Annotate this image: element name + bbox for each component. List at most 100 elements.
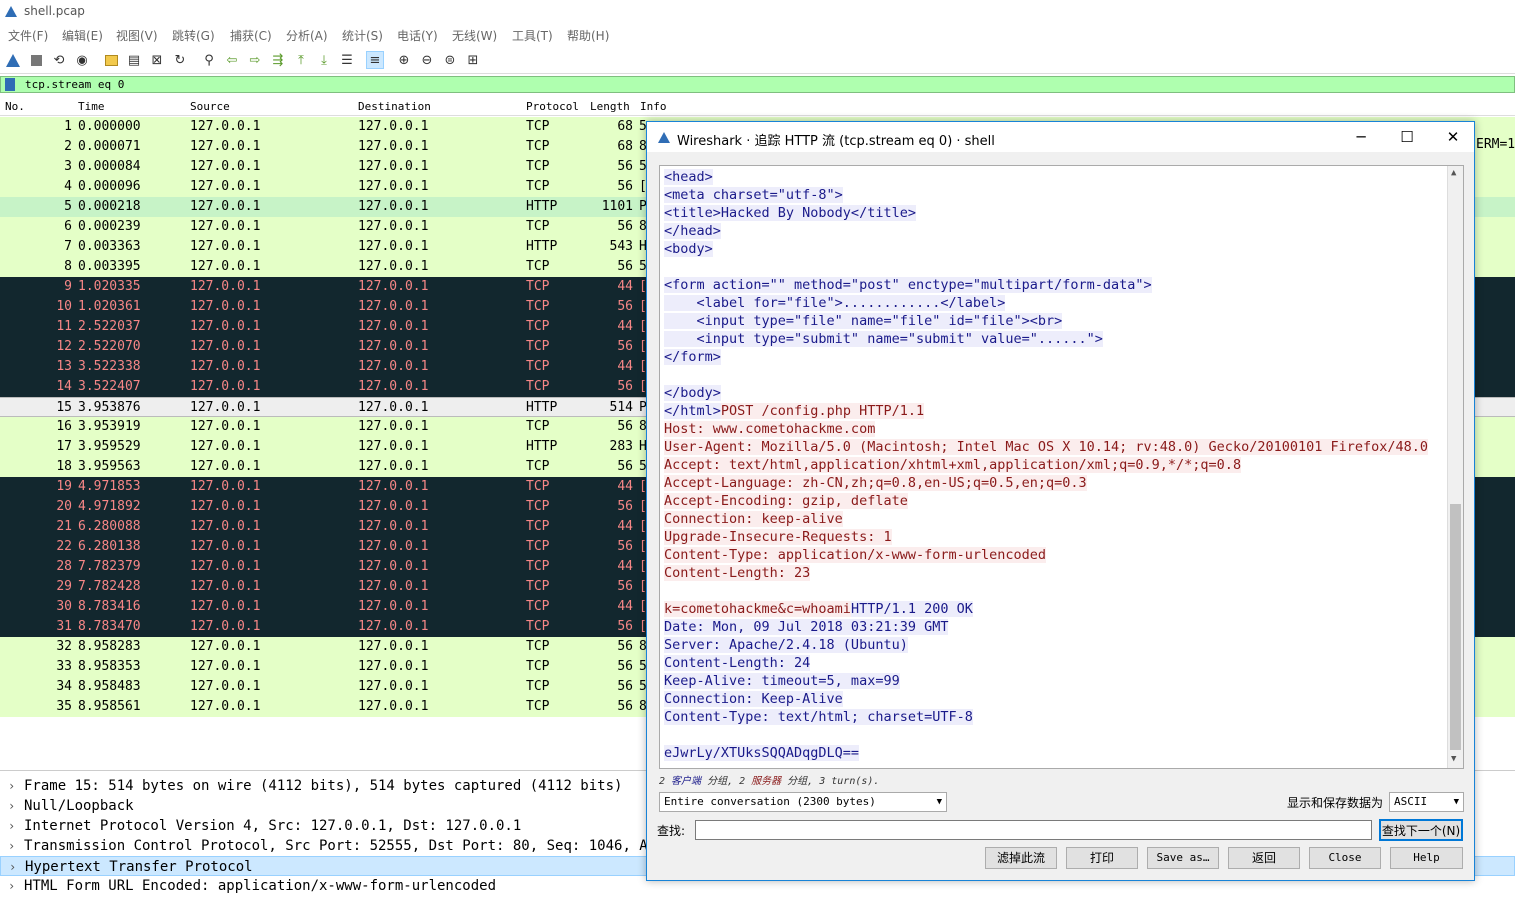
col-protocol[interactable]: Protocol [526,100,579,113]
cell-destination: 127.0.0.1 [358,679,429,694]
col-time[interactable]: Time [78,100,105,113]
show-as-select[interactable]: ASCII ▼ [1389,792,1464,812]
col-no[interactable]: No. [5,100,25,113]
stop-capture-icon[interactable] [27,51,45,69]
scroll-up-icon[interactable]: ▲ [1451,168,1456,178]
col-info[interactable]: Info [640,100,667,113]
chevron-right-icon[interactable]: › [9,857,16,877]
client-text: Date: Mon, 09 Jul 2018 03:21:39 GMT [664,619,949,635]
close-button[interactable]: Close [1309,847,1381,869]
detail-tree-label: Hypertext Transfer Protocol [25,859,253,875]
go-forward-icon[interactable]: ⇨ [246,51,264,69]
menu-analyze[interactable]: 分析(A) [286,27,328,44]
client-text: </body> [664,385,721,401]
find-packet-icon[interactable]: ⚲ [200,51,218,69]
maximize-icon[interactable]: ☐ [1387,126,1427,148]
restart-capture-icon[interactable]: ⟲ [50,51,68,69]
stream-content[interactable]: <head> <meta charset="utf-8"> <title>Hacke… [659,165,1464,769]
stream-line: Connection: Keep-Alive [664,690,843,708]
cell-time: 3.522407 [78,379,141,394]
normal-size-icon[interactable]: ⊜ [441,51,459,69]
close-icon[interactable]: ✕ [1433,126,1473,148]
stream-line: k=cometohackme&c=whoamiHTTP/1.1 200 OK [664,600,973,618]
zoom-out-icon[interactable]: ⊖ [418,51,436,69]
display-filter-input[interactable]: tcp.stream eq 0 [25,78,124,91]
stats-server: 服务器 [751,776,782,787]
menu-tools[interactable]: 工具(T) [512,27,553,44]
cell-source: 127.0.0.1 [190,379,261,394]
cell-destination: 127.0.0.1 [358,659,429,674]
cell-no: 3 [64,159,72,174]
find-input[interactable] [695,820,1372,840]
start-capture-icon[interactable] [4,51,22,69]
scroll-down-icon[interactable]: ▼ [1451,754,1456,764]
auto-scroll-icon[interactable]: ☰ [338,51,356,69]
find-next-button[interactable]: 查找下一个(N) [1379,819,1463,841]
packet-list-header: No. Time Source Destination Protocol Len… [0,98,1515,116]
resize-columns-icon[interactable]: ⊞ [464,51,482,69]
bookmark-icon[interactable] [5,78,15,91]
open-file-icon[interactable] [102,51,120,69]
client-text: eJwrLy/XTUksSQQADqgDLQ== [664,745,860,761]
cell-no: 10 [56,299,72,314]
stream-line: <meta charset="utf-8"> [664,186,843,204]
last-packet-icon[interactable]: ⤓ [315,51,333,69]
cell-no: 1 [64,119,72,134]
cell-no: 16 [56,419,72,434]
go-back-icon[interactable]: ⇦ [223,51,241,69]
cell-time: 3.959563 [78,459,141,474]
save-file-icon[interactable]: ▤ [125,51,143,69]
cell-protocol: TCP [526,119,550,134]
colorize-icon[interactable]: ≡ [366,51,384,69]
menu-capture[interactable]: 捕获(C) [230,27,272,44]
chevron-right-icon[interactable]: › [8,796,15,816]
cell-no: 31 [56,619,72,634]
zoom-in-icon[interactable]: ⊕ [395,51,413,69]
cell-destination: 127.0.0.1 [358,400,429,415]
stream-line: Content-Length: 24 [664,654,811,672]
filter-out-button[interactable]: 滤掉此流 [985,847,1057,869]
conversation-select[interactable]: Entire conversation (2300 bytes) ▼ [659,792,947,812]
col-destination[interactable]: Destination [358,100,431,113]
help-button[interactable]: Help [1390,847,1463,869]
col-length[interactable]: Length [590,100,630,113]
first-packet-icon[interactable]: ⤒ [292,51,310,69]
chevron-right-icon[interactable]: › [8,876,15,896]
chevron-right-icon[interactable]: › [8,776,15,796]
close-file-icon[interactable]: ⊠ [148,51,166,69]
save-as-button[interactable]: Save as… [1147,847,1219,869]
stream-line: eJwrLy/XTUksSQQADqgDLQ== [664,744,860,762]
cell-protocol: HTTP [526,439,558,454]
back-button[interactable]: 返回 [1228,847,1300,869]
cell-length: 56 [617,159,633,174]
cell-no: 20 [56,499,72,514]
cell-time: 0.003395 [78,259,141,274]
menu-wireless[interactable]: 无线(W) [452,27,497,44]
display-filter-bar[interactable]: tcp.stream eq 0 [0,76,1515,93]
chevron-right-icon[interactable]: › [8,816,15,836]
menu-help[interactable]: 帮助(H) [567,27,609,44]
stream-line: <label for="file">............</label> [664,294,1006,312]
stream-line: <form action="" method="post" enctype="m… [664,276,1152,294]
menu-edit[interactable]: 编辑(E) [62,27,103,44]
cell-time: 3.953876 [78,400,141,415]
reload-file-icon[interactable]: ↻ [171,51,189,69]
menu-telephony[interactable]: 电话(Y) [397,27,438,44]
menu-statistics[interactable]: 统计(S) [342,27,383,44]
col-source[interactable]: Source [190,100,230,113]
capture-options-icon[interactable]: ◉ [73,51,91,69]
cell-no: 15 [56,400,72,415]
print-button[interactable]: 打印 [1066,847,1138,869]
cell-length: 56 [617,499,633,514]
cell-protocol: HTTP [526,400,558,415]
menu-file[interactable]: 文件(F) [8,27,48,44]
chevron-right-icon[interactable]: › [8,836,15,856]
go-to-packet-icon[interactable]: ⇶ [269,51,287,69]
minimize-icon[interactable]: ─ [1341,126,1381,148]
menu-go[interactable]: 跳转(G) [172,27,215,44]
stream-scrollbar[interactable]: ▲ ▼ [1447,166,1463,768]
cell-length: 44 [617,479,633,494]
menu-view[interactable]: 视图(V) [116,27,158,44]
server-text: POST /config.php HTTP/1.1 [720,403,925,419]
scroll-thumb[interactable] [1450,504,1461,750]
